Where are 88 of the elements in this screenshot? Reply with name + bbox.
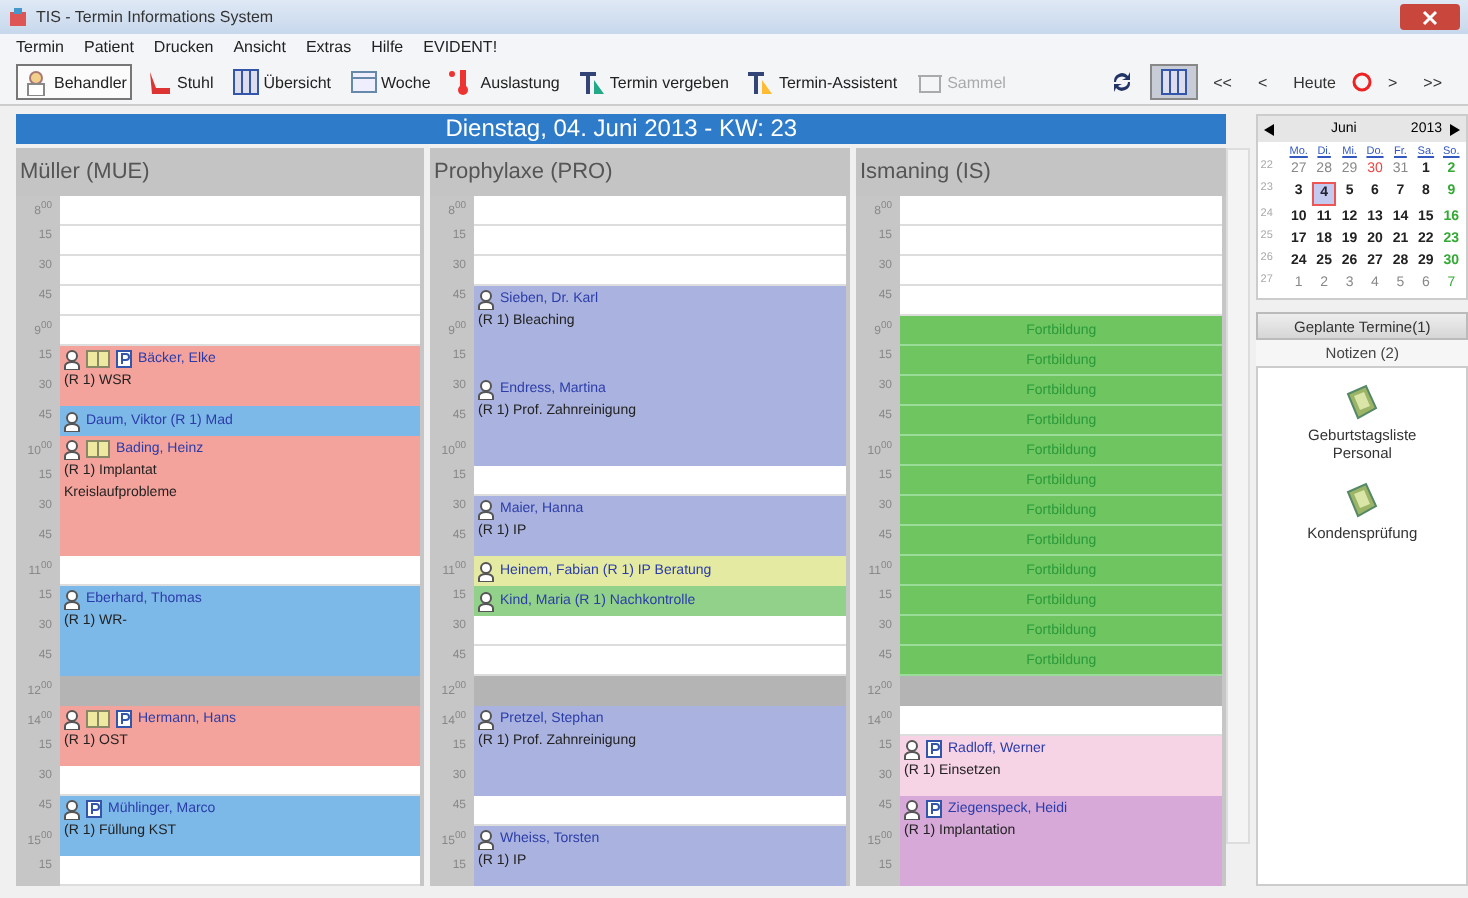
- person-icon: [478, 561, 494, 581]
- time-slot[interactable]: [60, 226, 420, 256]
- close-icon: [1422, 9, 1438, 25]
- letter-icon: [577, 68, 606, 96]
- columns-icon: [1159, 68, 1188, 96]
- time-slot[interactable]: [60, 316, 420, 346]
- person-icon: [478, 591, 494, 611]
- parking-icon: [926, 740, 942, 758]
- person-icon: [478, 499, 494, 519]
- toolbar-button[interactable]: Termin-Assistent: [740, 64, 904, 100]
- book-icon: [86, 710, 110, 728]
- parking-icon: [116, 710, 132, 728]
- next-icon: [1448, 123, 1460, 135]
- scrollbar[interactable]: [1226, 148, 1251, 844]
- note-icon: [1344, 482, 1381, 518]
- time-slot[interactable]: [60, 766, 420, 796]
- window-title: TIS - Termin Informations System: [36, 8, 276, 26]
- column-header: Prophylaxe (PRO): [430, 148, 850, 196]
- previous-icon: [1264, 123, 1277, 135]
- parking-icon: [116, 350, 132, 368]
- window-controls[interactable]: [1400, 4, 1460, 30]
- toolbar-button[interactable]: Termin vergeben: [571, 64, 735, 100]
- break-slot[interactable]: [900, 676, 1223, 706]
- time-slot[interactable]: [60, 196, 420, 226]
- person-icon: [64, 709, 80, 729]
- menu-item[interactable]: Drucken: [153, 38, 214, 56]
- break-slot[interactable]: [60, 676, 420, 706]
- column-header: Müller (MUE): [16, 148, 424, 196]
- time-slot[interactable]: [900, 196, 1223, 226]
- time-slot[interactable]: [60, 856, 420, 886]
- time-slot[interactable]: [60, 286, 420, 316]
- book-icon: [86, 440, 110, 458]
- person-icon: [478, 709, 494, 729]
- person-icon: [478, 379, 494, 399]
- time-slot[interactable]: [900, 256, 1223, 286]
- time-slot[interactable]: [474, 796, 846, 826]
- time-slot[interactable]: [474, 256, 846, 286]
- person-icon: [64, 799, 80, 819]
- person-icon: [478, 829, 494, 849]
- date-bar: Dienstag, 04. Juni 2013 - KW: 23: [16, 114, 1227, 144]
- person-icon: [64, 349, 80, 369]
- menu-item[interactable]: EVIDENT!: [423, 38, 498, 56]
- toolbar-button[interactable]: Stuhl: [138, 64, 220, 100]
- menu-item[interactable]: Ansicht: [233, 38, 286, 56]
- columns-icon: [231, 68, 260, 96]
- person-icon: [904, 739, 920, 759]
- person-icon: [478, 289, 494, 309]
- person-icon: [64, 411, 80, 431]
- menu-item[interactable]: Termin: [16, 38, 65, 56]
- toolbar-button[interactable]: Übersicht: [225, 64, 338, 100]
- columns-button[interactable]: [1149, 64, 1198, 100]
- person-icon: [904, 799, 920, 819]
- chair-icon: [144, 68, 173, 96]
- time-slot[interactable]: [900, 226, 1223, 256]
- time-slot[interactable]: [474, 646, 846, 676]
- time-slot[interactable]: [474, 466, 846, 496]
- column-header: Ismaning (IS): [856, 148, 1227, 196]
- time-slot[interactable]: [60, 556, 420, 586]
- parking-icon: [86, 800, 102, 818]
- menu-item[interactable]: Hilfe: [371, 38, 404, 56]
- note-icon: [1344, 384, 1381, 420]
- last-button[interactable]: >>: [1413, 64, 1452, 100]
- today-button[interactable]: Heute: [1283, 64, 1346, 100]
- time-slot[interactable]: [474, 226, 846, 256]
- person-icon: [64, 589, 80, 609]
- toolbar-button[interactable]: Auslastung: [442, 64, 566, 100]
- refresh-icon: [1109, 70, 1134, 94]
- first-button[interactable]: <<: [1203, 64, 1242, 100]
- break-slot[interactable]: [474, 676, 846, 706]
- app-icon: [8, 7, 28, 27]
- parking-icon: [926, 800, 942, 818]
- time-slot[interactable]: [900, 286, 1223, 316]
- book-icon: [86, 350, 110, 368]
- time-slot[interactable]: [474, 616, 846, 646]
- calendar-icon: [349, 68, 378, 96]
- time-slot[interactable]: [474, 196, 846, 226]
- person-icon: [22, 68, 50, 96]
- time-slot[interactable]: [60, 256, 420, 286]
- toolbar-button[interactable]: Behandler: [16, 64, 133, 100]
- letter-icon: [746, 68, 775, 96]
- person-icon: [64, 439, 80, 459]
- toolbar-button[interactable]: Woche: [343, 64, 437, 100]
- previous-button[interactable]: <: [1247, 64, 1278, 100]
- circle-icon: [1351, 72, 1372, 92]
- time-slot[interactable]: [900, 706, 1223, 736]
- menu-item[interactable]: Patient: [84, 38, 134, 56]
- menu-item[interactable]: Extras: [305, 38, 352, 56]
- next-button[interactable]: >: [1377, 64, 1408, 100]
